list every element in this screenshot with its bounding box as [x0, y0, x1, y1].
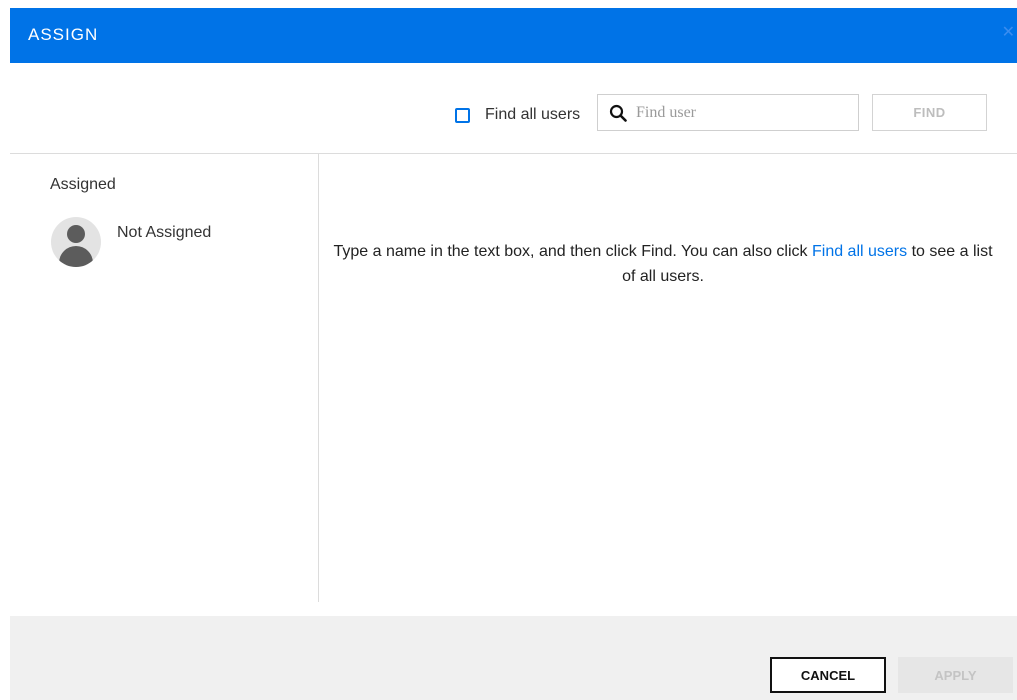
cancel-button[interactable]: CANCEL — [770, 657, 886, 693]
dialog-title: ASSIGN — [28, 25, 99, 44]
checkbox-box[interactable] — [455, 107, 470, 123]
assigned-user-name: Not Assigned — [117, 224, 212, 241]
search-icon — [609, 104, 627, 122]
search-box[interactable] — [597, 94, 859, 131]
assigned-user: Not Assigned — [51, 217, 211, 267]
find-all-users-label: Find all users — [485, 106, 581, 123]
user-avatar-icon — [51, 217, 101, 267]
dialog-header: ASSIGN ✕ — [10, 8, 1017, 63]
assigned-heading: Assigned — [50, 176, 116, 193]
empty-state-message: Type a name in the text box, and then cl… — [330, 239, 996, 289]
close-icon[interactable]: ✕ — [1002, 22, 1015, 42]
find-all-users-link[interactable]: Find all users — [812, 243, 907, 260]
assigned-panel: Assigned Not Assigned — [10, 154, 319, 602]
search-input[interactable] — [636, 95, 851, 130]
find-all-users-checkbox[interactable]: Find all users — [455, 106, 580, 124]
find-button[interactable]: FIND — [872, 94, 987, 131]
search-toolbar: Find all users FIND — [0, 63, 1017, 153]
dialog-footer: CANCEL APPLY — [10, 616, 1017, 700]
message-text-1: Type a name in the text box, and then cl… — [333, 243, 812, 260]
apply-button[interactable]: APPLY — [898, 657, 1013, 693]
